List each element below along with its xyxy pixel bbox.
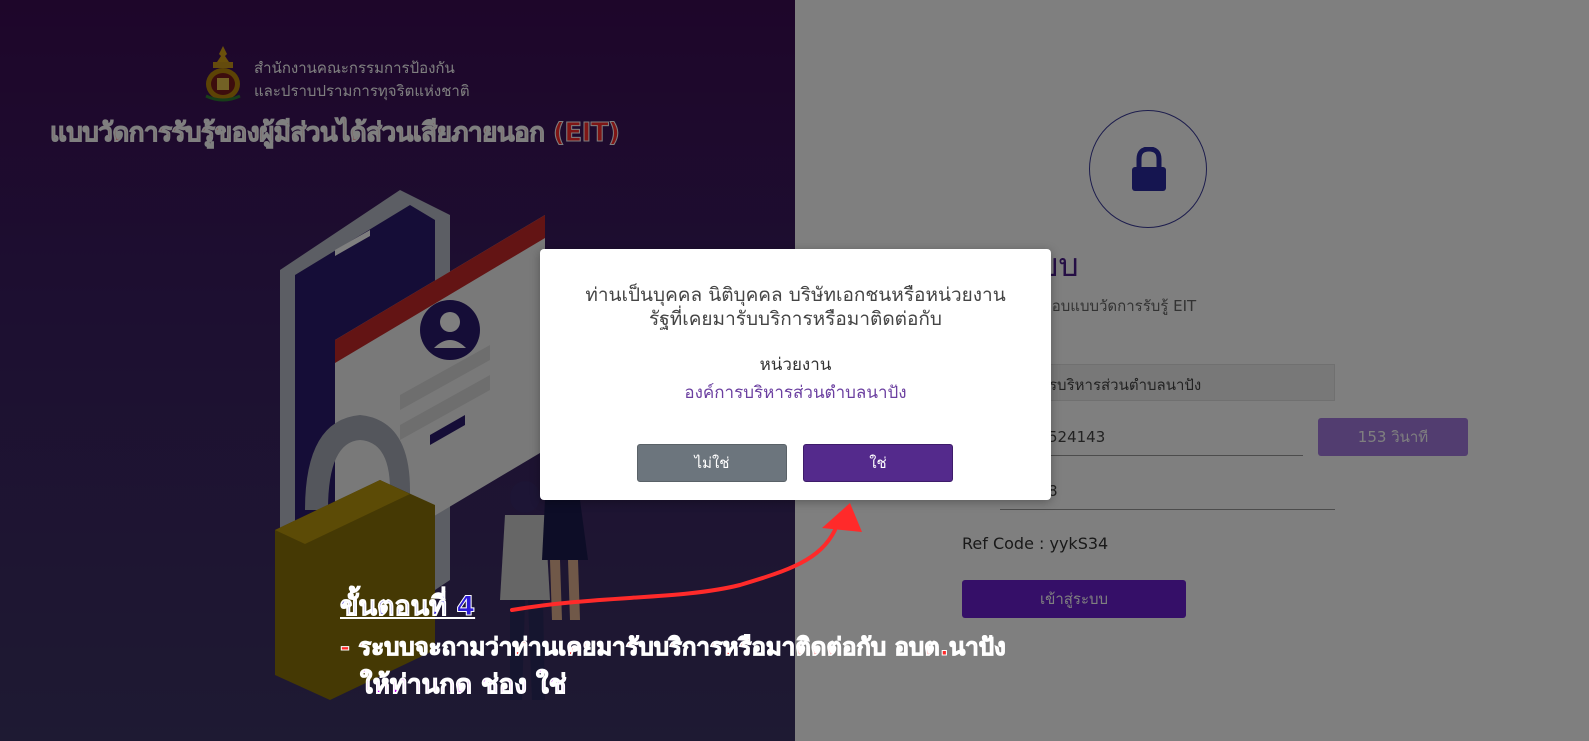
step-instruction-line1: - ระบบจะถามว่าท่านเคยมารับบริการหรือมาติ… xyxy=(340,633,1007,662)
step-title: ขั้นตอนที่ 4 xyxy=(339,591,476,623)
step-instruction-line2: ให้ท่านกด ช่อง ใช่ xyxy=(359,670,567,701)
